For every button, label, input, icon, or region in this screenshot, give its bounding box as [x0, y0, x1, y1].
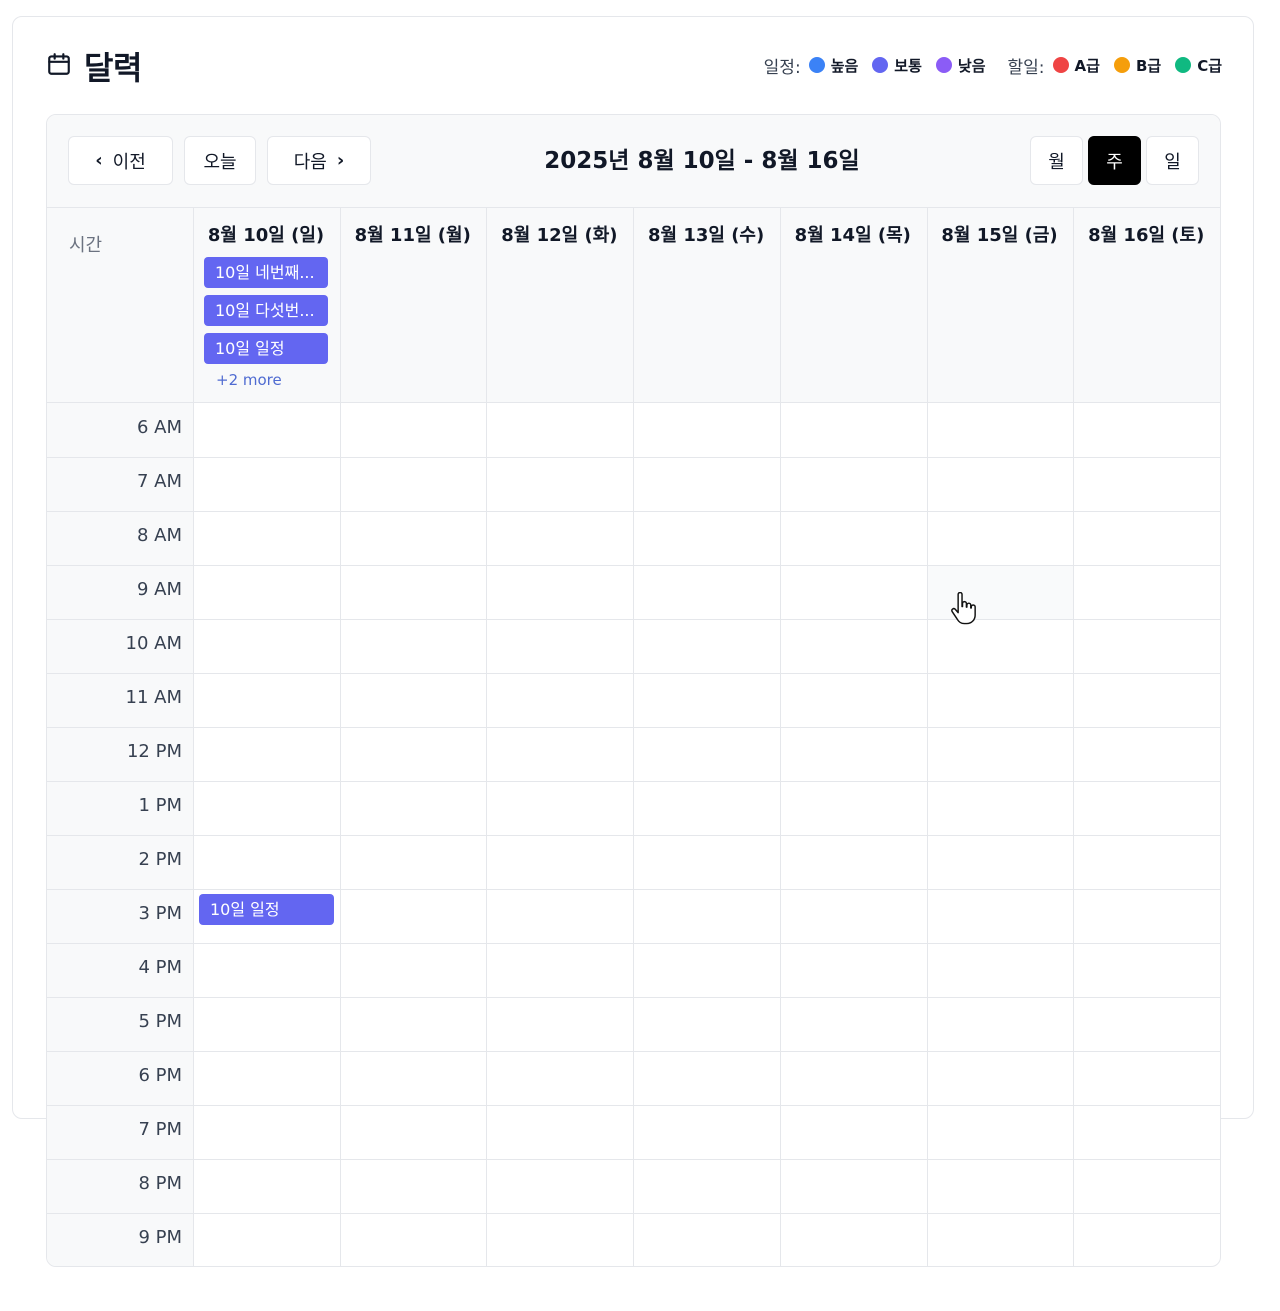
column-divider	[926, 208, 928, 1266]
prev-button-label: 이전	[112, 151, 146, 173]
month-view-button[interactable]: 월	[1030, 136, 1083, 185]
all-day-event[interactable]: 10일 일정	[204, 333, 328, 364]
column-divider	[1073, 208, 1075, 1266]
date-range-title: 2025년 8월 10일 - 8월 16일	[544, 148, 860, 174]
next-button-label: 다음	[293, 151, 327, 173]
legend-dot-normal	[872, 57, 889, 73]
legend-dot-a	[1052, 57, 1069, 73]
hand-pointer-cursor-icon	[951, 592, 976, 625]
page-header: 달력	[46, 44, 142, 88]
legend-dot-high	[808, 57, 825, 73]
hour-divider	[47, 1105, 1220, 1106]
hour-divider	[47, 835, 1220, 836]
legend-label-b: B급	[1135, 56, 1162, 75]
column-divider	[339, 208, 341, 1266]
column-divider	[193, 208, 194, 1266]
legend-label-low: 낮음	[957, 56, 986, 75]
today-button[interactable]: 오늘	[184, 136, 256, 185]
hour-label: 6 AM	[136, 417, 182, 438]
next-button[interactable]: 다음 ›	[267, 136, 371, 185]
hour-divider	[47, 997, 1220, 998]
legend-dot-c	[1175, 57, 1192, 73]
legend-label-normal: 보통	[894, 56, 922, 75]
hour-divider	[47, 1159, 1220, 1160]
legend-dot-b	[1113, 57, 1130, 73]
hour-label: 9 PM	[138, 1227, 182, 1248]
day-header: 8월 10일 (일)	[207, 225, 325, 246]
schedule-legend-label: 일정:	[763, 57, 801, 78]
hour-divider	[47, 565, 1220, 566]
day-header: 8월 13일 (수)	[647, 225, 765, 246]
column-divider	[779, 208, 781, 1266]
calendar-toolbar: ‹ 이전 오늘 다음 › 2025년 8월 10일 - 8월 16일 월 주 일	[47, 115, 1220, 208]
legend-item-low: 낮음	[935, 55, 986, 76]
more-events-link[interactable]: +2 more	[216, 371, 282, 389]
today-button-label: 오늘	[203, 151, 237, 173]
legend-dot-low	[935, 57, 952, 73]
chevron-right-icon: ›	[336, 150, 345, 171]
legend-item-high: 높음	[808, 55, 859, 76]
day-header: 8월 12일 (화)	[501, 225, 618, 246]
legend-item-b: B급	[1113, 55, 1162, 76]
day-header: 8월 11일 (월)	[354, 225, 471, 246]
hour-label: 8 AM	[136, 525, 182, 546]
calendar-icon	[46, 51, 72, 81]
day-header: 8월 16일 (토)	[1088, 225, 1205, 246]
todo-legend-label: 할일:	[1007, 57, 1045, 78]
legend-item-a: A급	[1052, 55, 1100, 76]
hour-divider	[47, 673, 1220, 674]
legend-item-normal: 보통	[872, 55, 922, 76]
legend-label-high: 높음	[830, 56, 859, 75]
hour-label: 9 AM	[136, 579, 182, 600]
time-column-header: 시간	[69, 235, 103, 256]
hour-divider	[47, 889, 1220, 890]
priority-legend: 일정: 높음 보통 낮음 할일: A급 B급 C급	[764, 52, 1222, 78]
hour-label: 10 AM	[125, 633, 182, 654]
hour-divider	[47, 727, 1220, 728]
week-calendar: ‹ 이전 오늘 다음 › 2025년 8월 10일 - 8월 16일 월 주 일…	[46, 114, 1221, 1267]
page-title: 달력	[84, 49, 142, 87]
hour-label: 1 PM	[138, 795, 182, 816]
hour-label: 8 PM	[138, 1173, 182, 1194]
week-view-button[interactable]: 주	[1088, 136, 1141, 185]
hour-label: 2 PM	[138, 849, 182, 870]
hour-label: 3 PM	[138, 903, 182, 924]
all-day-event[interactable]: 10일 다섯번...	[204, 295, 328, 326]
hour-label: 12 PM	[126, 741, 182, 762]
hour-divider	[47, 619, 1220, 620]
hour-label: 6 PM	[138, 1065, 182, 1086]
day-header: 8월 14일 (목)	[794, 225, 911, 246]
hour-divider	[47, 781, 1220, 782]
hour-divider	[47, 943, 1220, 944]
hour-divider	[47, 511, 1220, 512]
legend-label-c: C급	[1197, 56, 1222, 75]
hour-divider	[47, 457, 1220, 458]
column-divider	[633, 208, 635, 1266]
legend-label-a: A급	[1074, 56, 1100, 75]
hour-divider	[47, 1051, 1220, 1052]
column-divider	[486, 208, 488, 1266]
hour-label: 11 AM	[125, 687, 182, 708]
hour-label: 5 PM	[138, 1011, 182, 1032]
day-view-button[interactable]: 일	[1146, 136, 1199, 185]
legend-item-c: C급	[1175, 55, 1222, 76]
hour-label: 7 PM	[138, 1119, 182, 1140]
all-day-event[interactable]: 10일 네번째...	[204, 257, 328, 288]
prev-button[interactable]: ‹ 이전	[68, 136, 173, 185]
timed-event[interactable]: 10일 일정	[199, 894, 334, 925]
hour-divider	[47, 1213, 1220, 1214]
day-header: 8월 15일 (금)	[941, 225, 1058, 246]
hour-label: 7 AM	[136, 471, 182, 492]
chevron-left-icon: ‹	[95, 150, 103, 171]
hour-label: 4 PM	[138, 957, 182, 978]
